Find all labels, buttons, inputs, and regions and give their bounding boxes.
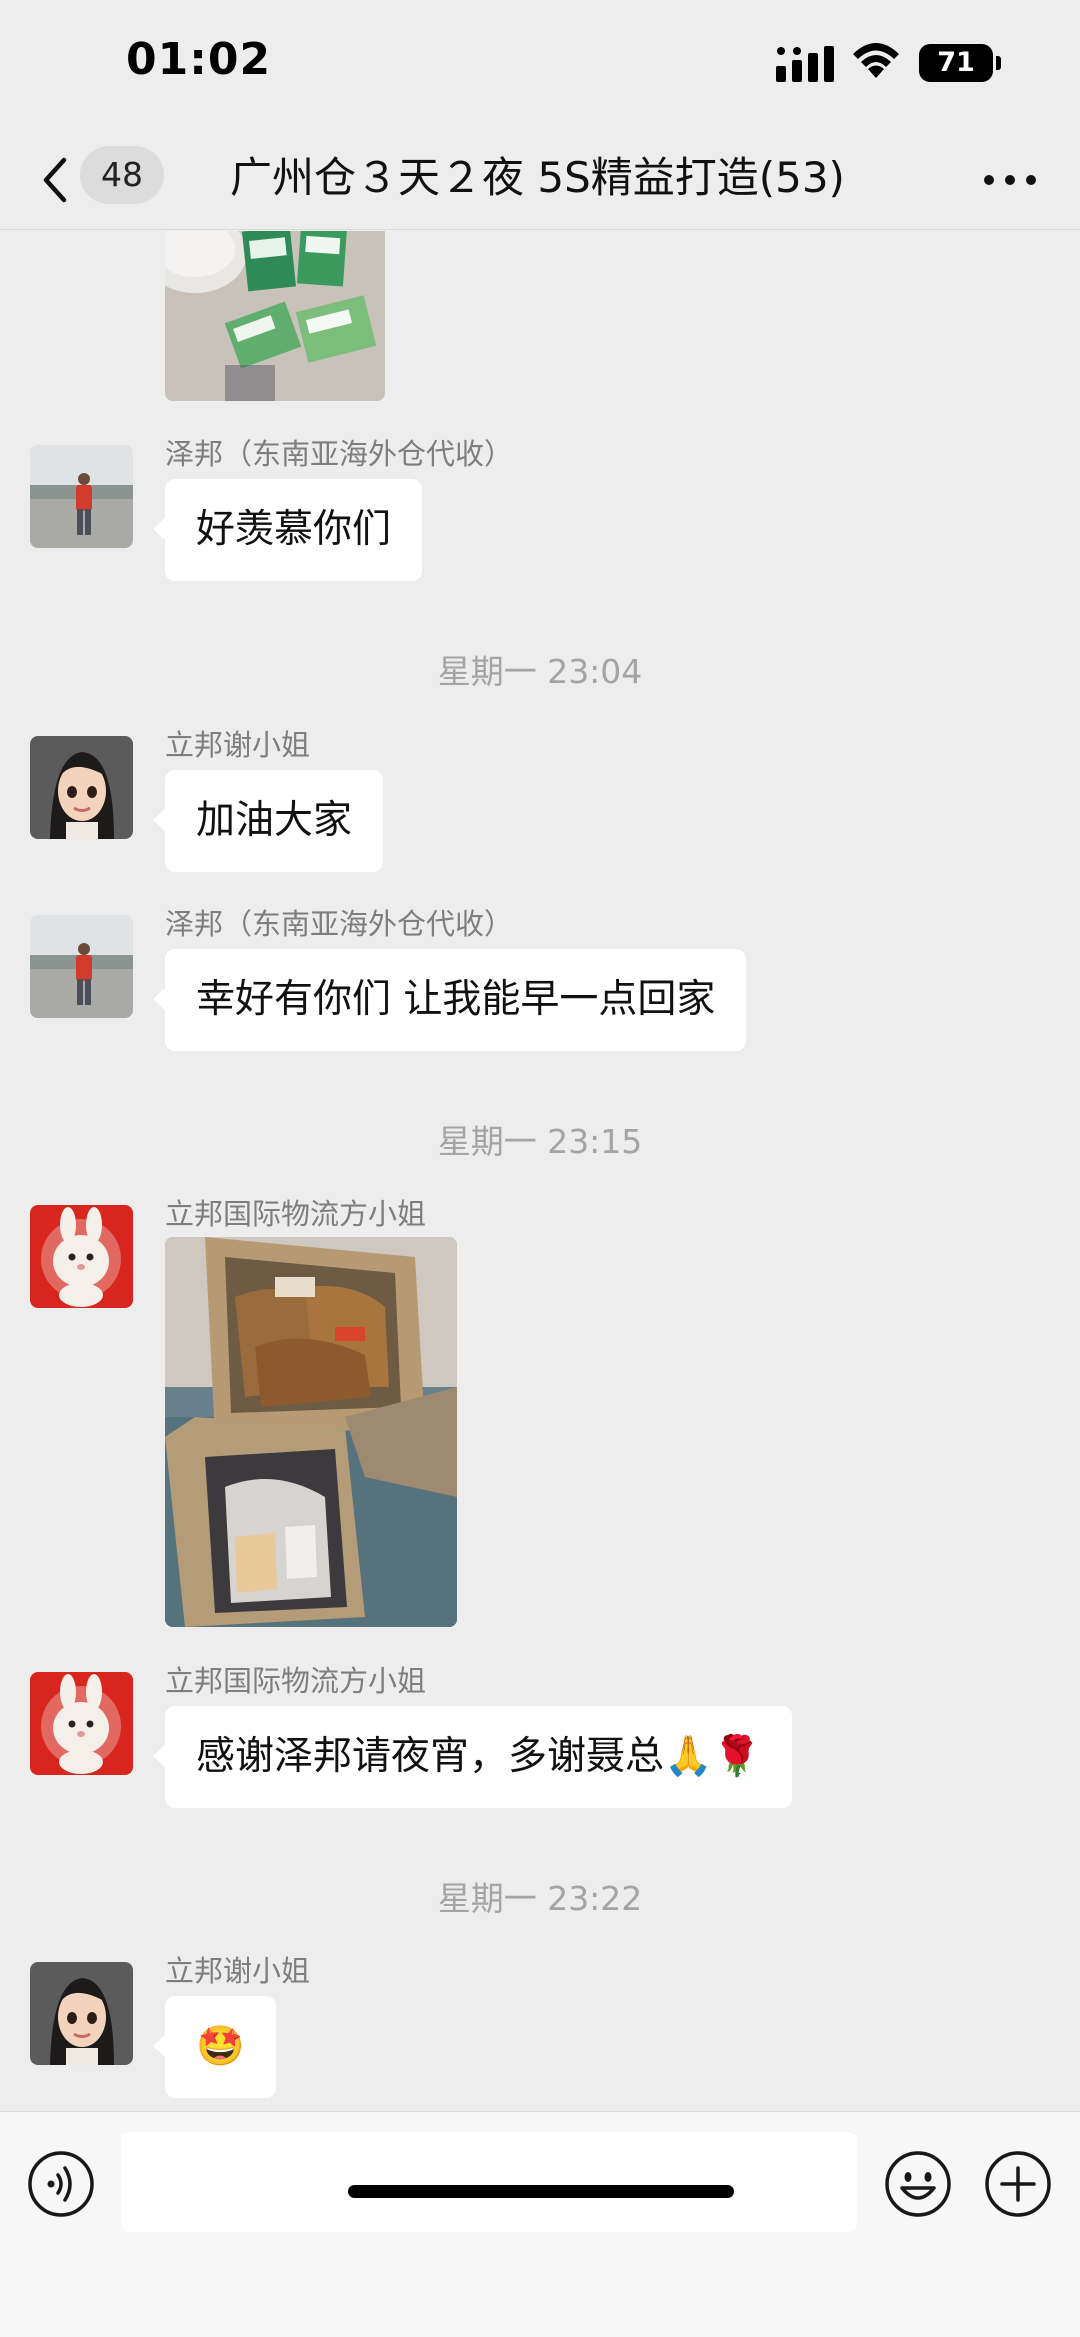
message-image-wet-wipes[interactable] [165, 231, 385, 401]
avatar-zebang[interactable] [30, 915, 133, 1018]
avatar-white-rabbit [30, 1205, 133, 1308]
chevron-left-icon[interactable] [36, 152, 72, 208]
time-divider: 星期一 23:15 [437, 1122, 643, 1161]
sender-name: 立邦国际物流方小姐 [165, 1197, 427, 1231]
message-bubble[interactable]: 幸好有你们 让我能早一点回家 [152, 949, 747, 1051]
sender-name: 立邦国际物流方小姐 [165, 1664, 427, 1698]
message-image-boxes[interactable] [165, 1237, 457, 1627]
battery-level: 71 [919, 44, 993, 82]
avatar-man-by-lake [30, 445, 133, 548]
input-bar [0, 2111, 1080, 2337]
sender-name: 泽邦（东南亚海外仓代收） [165, 437, 514, 471]
avatar-lipang-xie[interactable] [30, 1962, 133, 2065]
sender-name: 立邦谢小姐 [165, 1954, 311, 1988]
home-indicator [348, 2185, 734, 2198]
message-bubble[interactable]: 加油大家 [152, 770, 384, 872]
unread-count-badge[interactable]: 48 [80, 146, 164, 204]
avatar-zebang[interactable] [30, 445, 133, 548]
message-list[interactable]: 泽邦（东南亚海外仓代收） 好羡慕你们 星期一 23:04 立邦谢小姐 加油大家 [0, 231, 1080, 2111]
message-bubble[interactable]: 🤩 [153, 1996, 276, 2098]
cellular-signal-icon [776, 46, 834, 82]
nav-bar: 48 广州仓３天２夜 5S精益打造(53) [0, 130, 1080, 230]
avatar-man-by-lake [30, 915, 133, 1018]
status-time: 01:02 [126, 34, 272, 85]
chat-screen: 01:02 71 48 广州仓３天２夜 5S精益打造(53) 泽邦（东南亚海外仓… [0, 0, 1080, 2337]
message-bubble[interactable]: 好羡慕你们 [152, 479, 423, 581]
sender-name: 立邦谢小姐 [165, 728, 311, 762]
emoji-icon[interactable] [884, 2150, 952, 2218]
avatar-white-rabbit [30, 1672, 133, 1775]
battery-tip [996, 56, 1001, 70]
avatar-lipang-xie[interactable] [30, 736, 133, 839]
avatar-lipang-fang[interactable] [30, 1205, 133, 1308]
photo-cardboard-boxes-of-snacks [165, 1237, 457, 1627]
avatar-cartoon-woman [30, 1962, 133, 2065]
chat-title: 广州仓３天２夜 5S精益打造(53) [230, 153, 845, 202]
avatar-cartoon-woman [30, 736, 133, 839]
photo-wet-wipe-packets [165, 231, 385, 401]
message-bubble[interactable]: 感谢泽邦请夜宵，多谢聂总🙏🌹 [152, 1706, 793, 1808]
status-bar: 01:02 71 [0, 0, 1080, 130]
time-divider: 星期一 23:04 [437, 652, 643, 691]
sender-name: 泽邦（东南亚海外仓代收） [165, 907, 514, 941]
plus-circle-icon[interactable] [984, 2150, 1052, 2218]
more-dots-icon[interactable] [980, 168, 1040, 192]
wifi-icon [853, 43, 899, 78]
avatar-lipang-fang[interactable] [30, 1672, 133, 1775]
voice-icon[interactable] [27, 2150, 95, 2218]
time-divider: 星期一 23:22 [437, 1879, 643, 1918]
message-input[interactable] [121, 2132, 857, 2232]
battery-icon: 71 [919, 44, 1001, 82]
